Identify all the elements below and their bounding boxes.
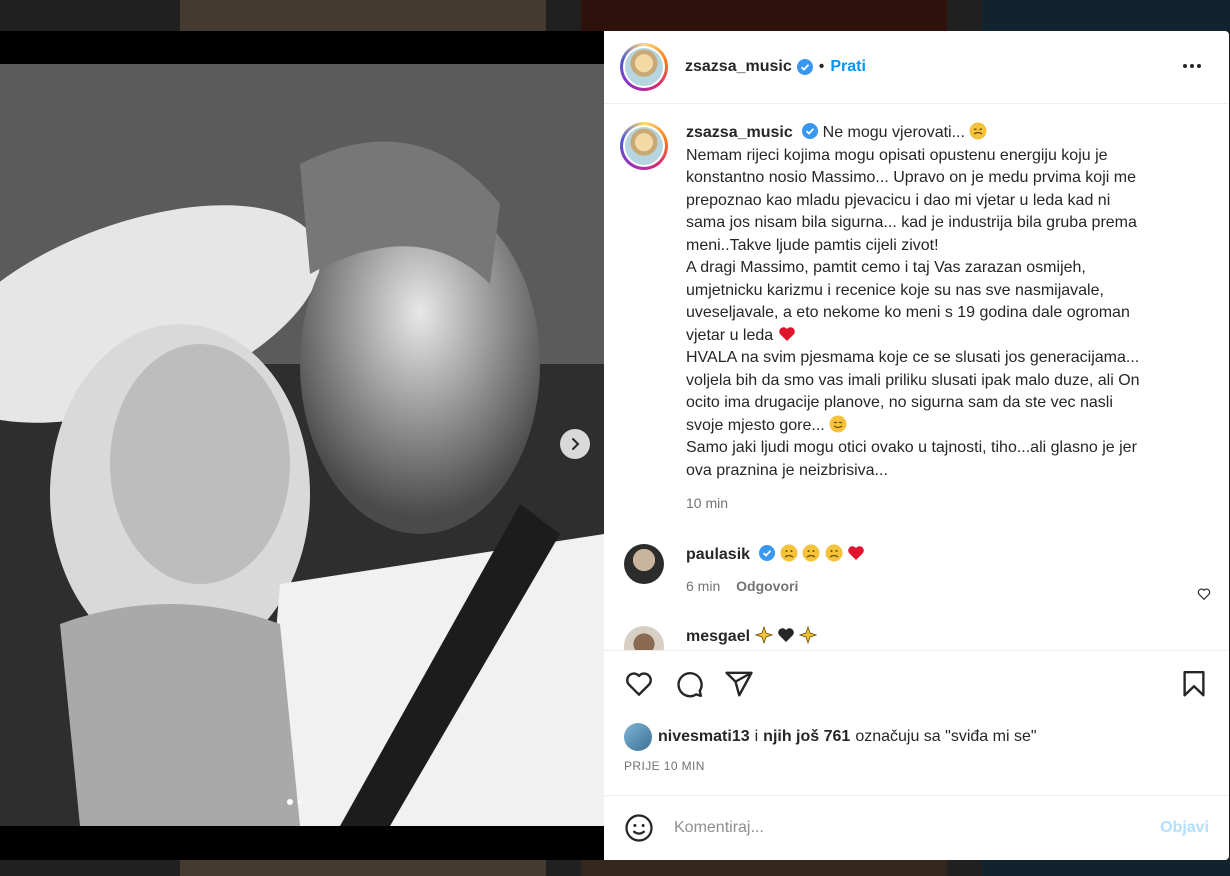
avatar-image <box>625 127 663 165</box>
sad-face-icon <box>802 544 820 562</box>
author-username[interactable]: zsazsa_music <box>685 58 792 76</box>
more-icon[interactable] <box>1181 55 1203 77</box>
sad-face-icon <box>969 122 987 140</box>
likes-connector: i <box>754 728 759 745</box>
red-heart-icon <box>848 546 865 560</box>
save-button[interactable] <box>1179 669 1209 699</box>
carousel-dot <box>287 799 293 805</box>
reply-button[interactable]: Odgovori <box>736 578 798 594</box>
comment-username[interactable]: mesgael <box>686 628 750 645</box>
caption-line: uveseljavale, a eto nekome ko meni s 19 … <box>686 304 1130 321</box>
post-caption: zsazsa_music Ne mogu vjerovati... Nemam … <box>620 122 1200 515</box>
caption-line: HVALA na svim pjesmama koje ce se slusat… <box>686 349 1140 366</box>
caption-line: sama jos nisam bila sigurna... kad je in… <box>686 214 1137 231</box>
verified-icon <box>796 59 813 75</box>
action-bar: nivesmati13 i njih još 761 označuju sa "… <box>604 650 1229 860</box>
avatar[interactable] <box>624 544 664 584</box>
liker-avatar[interactable] <box>624 723 652 751</box>
sad-face-icon <box>780 544 798 562</box>
avatar-image <box>625 48 663 86</box>
caption-text: Ne mogu vjerovati... <box>822 124 965 141</box>
caption-line: vjetar u leda <box>686 326 774 344</box>
separator: • <box>818 58 825 75</box>
avatar[interactable] <box>620 122 668 170</box>
comments-list[interactable]: zsazsa_music Ne mogu vjerovati... Nemam … <box>604 104 1229 650</box>
caption-line: Nemam rijeci kojima mogu opisati opusten… <box>686 146 1108 164</box>
verified-icon <box>759 545 776 561</box>
caption-line: svoje mjesto gore... <box>686 416 825 434</box>
caption-line: ova praznina je neizbrisiva... <box>686 461 888 479</box>
relieved-face-icon <box>829 415 847 432</box>
comment-time: 6 min <box>686 578 721 594</box>
caption-line: ocito ima drugacije planove, no sigurna … <box>686 394 1113 411</box>
caption-line: konstantno nosio Massimo... Upravo on je… <box>686 169 1136 186</box>
heart-icon[interactable] <box>1197 587 1211 601</box>
caption-line: prepoznao kao mladu pjevacicu i dao mi v… <box>686 191 1111 209</box>
caption-username[interactable]: zsazsa_music <box>686 124 793 141</box>
likes-suffix: označuju sa "sviđa mi se" <box>855 728 1037 745</box>
emoji-icon[interactable] <box>624 813 654 843</box>
caption-time: 10 min <box>686 495 729 511</box>
caption-line: meni..Takve ljude pamtis cijeli zivot! <box>686 236 939 254</box>
comment-item: paulasik 6 min Odgovori <box>624 544 865 594</box>
avatar[interactable] <box>620 43 668 91</box>
next-arrow-icon <box>572 438 580 450</box>
follow-button[interactable]: Prati <box>830 58 866 76</box>
post-modal: zsazsa_music • Prati zsazsa_music Ne mog… <box>0 31 1229 860</box>
bookmark-icon <box>1183 670 1205 697</box>
likes-count[interactable]: njih još 761 <box>763 728 850 746</box>
post-comment-button[interactable]: Objavi <box>1160 819 1209 837</box>
share-icon[interactable] <box>724 669 754 699</box>
caption-line: umjetnicku karizmu i recenice koje su na… <box>686 281 1104 299</box>
photo-illustration <box>0 64 604 826</box>
comment-username[interactable]: paulasik <box>686 546 750 563</box>
carousel-indicator <box>287 799 303 805</box>
sad-face-icon <box>825 544 843 562</box>
carousel-dot <box>297 799 303 805</box>
comment-item: mesgael <box>624 626 818 650</box>
caption-line: voljela bih da smo vas imali priliku slu… <box>686 371 1140 389</box>
likes-summary: nivesmati13 i njih još 761 označuju sa "… <box>624 723 1037 751</box>
red-heart-icon <box>778 326 795 341</box>
post-header: zsazsa_music • Prati <box>604 31 1229 104</box>
post-photo <box>0 64 604 826</box>
sparkles-icon <box>754 626 773 644</box>
media-pane <box>0 31 604 860</box>
comment-icon[interactable] <box>674 669 704 699</box>
black-heart-icon <box>778 628 794 642</box>
post-timestamp[interactable]: PRIJE 10 MIN <box>624 759 705 773</box>
post-details: zsazsa_music • Prati zsazsa_music Ne mog… <box>604 31 1229 860</box>
like-icon[interactable] <box>624 669 654 699</box>
liker-username[interactable]: nivesmati13 <box>658 728 750 746</box>
avatar[interactable] <box>624 626 664 650</box>
caption-line: A dragi Massimo, pamtit cemo i taj Vas z… <box>686 259 1086 276</box>
next-photo-button[interactable] <box>560 429 590 459</box>
verified-icon <box>802 123 819 139</box>
comment-input[interactable] <box>672 818 1161 838</box>
comment-composer: Objavi <box>604 795 1229 860</box>
caption-line: Samo jaki ljudi mogu otici ovako u tajno… <box>686 439 1137 456</box>
sparkles-icon <box>799 626 818 644</box>
